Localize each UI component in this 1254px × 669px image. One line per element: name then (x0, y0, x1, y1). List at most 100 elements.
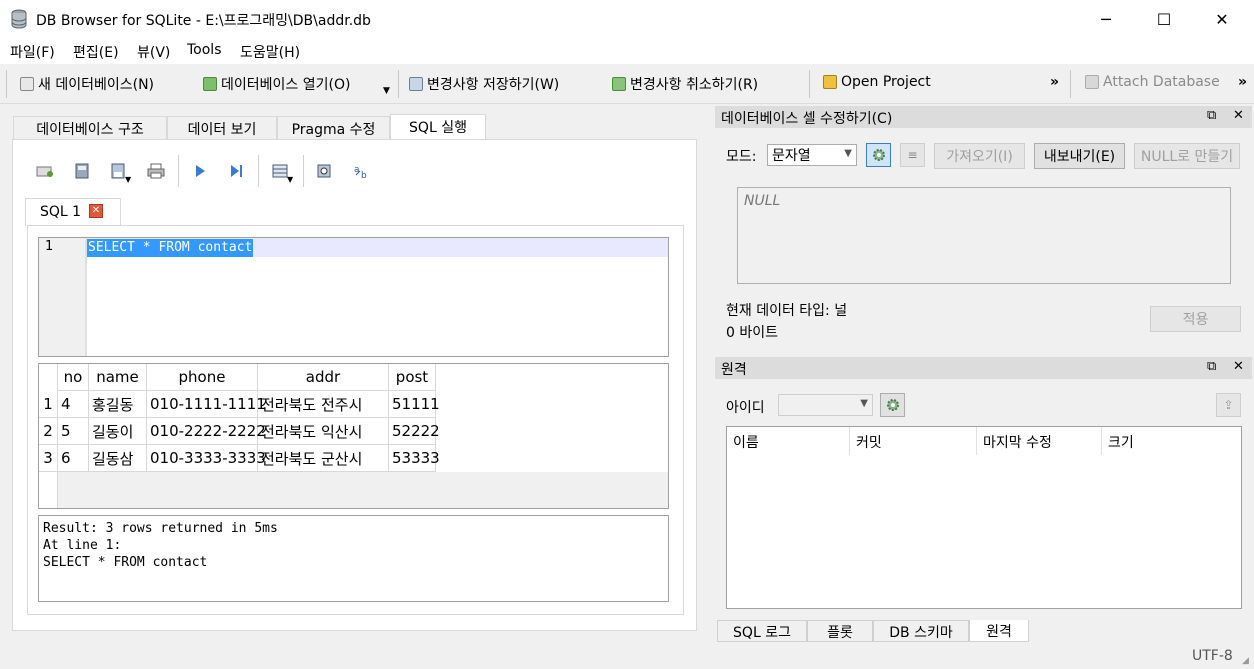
table-cell[interactable]: 전라북도 전주시 (258, 391, 389, 418)
message-line: SELECT * FROM contact (43, 555, 208, 570)
column-header-post[interactable]: post (389, 364, 436, 391)
tab-execute-sql[interactable]: SQL 실행 (390, 114, 486, 140)
row-header[interactable]: 1 (39, 391, 58, 418)
mode-label: 모드: (726, 149, 757, 165)
auto-switch-mode-button[interactable] (866, 143, 891, 167)
menu-file[interactable]: 파일(F) (10, 42, 55, 62)
table-cell[interactable]: 길동삼 (89, 445, 147, 472)
svg-text:a: a (354, 165, 360, 175)
table-cell[interactable]: 6 (58, 445, 89, 472)
column-header-name[interactable]: 이름 (727, 427, 850, 455)
open-tab-icon[interactable] (34, 160, 56, 182)
column-header-no[interactable]: no (58, 364, 89, 391)
column-header-last-modified[interactable]: 마지막 수정 (977, 427, 1102, 455)
attach-database-button[interactable]: Attach Database (1085, 74, 1220, 90)
close-button[interactable]: ✕ (1199, 0, 1245, 38)
open-database-dropdown-icon[interactable]: ▼ (383, 86, 390, 96)
import-button[interactable]: 가져오기(I) (934, 143, 1025, 169)
column-header-name[interactable]: name (89, 364, 147, 391)
toolbar-overflow-button[interactable]: » (1050, 74, 1059, 90)
minimize-button[interactable]: ─ (1083, 0, 1129, 38)
find-icon[interactable] (313, 160, 335, 182)
remote-title: 원격 (721, 362, 747, 378)
word-wrap-button[interactable]: ≡ (900, 143, 925, 167)
menu-bar: 파일(F) 편집(E) 뷰(V) Tools 도움말(H) (0, 38, 1254, 64)
table-cell[interactable]: 53333 (389, 445, 440, 472)
close-dock-icon[interactable]: ✕ (1233, 359, 1244, 374)
open-database-button[interactable]: 데이터베이스 열기(O) (203, 74, 350, 94)
remote-file-list[interactable]: 이름 커밋 마지막 수정 크기 (726, 426, 1242, 609)
table-cell[interactable]: 010-3333-3333 (147, 445, 266, 472)
menu-view[interactable]: 뷰(V) (137, 42, 170, 62)
tab-database-structure[interactable]: 데이터베이스 구조 (13, 116, 167, 139)
find-replace-icon[interactable]: ab (351, 160, 373, 182)
tab-browse-data[interactable]: 데이터 보기 (167, 116, 277, 139)
table-cell[interactable]: 52222 (389, 418, 440, 445)
set-null-button[interactable]: NULL로 만들기 (1134, 143, 1240, 169)
execute-current-line-icon[interactable] (226, 160, 248, 182)
float-dock-icon[interactable]: ⧉ (1207, 108, 1216, 123)
table-cell[interactable]: 홍길동 (89, 391, 147, 418)
chevron-down-icon: ▼ (844, 148, 852, 159)
identity-settings-button[interactable] (880, 393, 905, 417)
sql-editor[interactable]: 1 SELECT * FROM contact (38, 237, 669, 357)
tab-db-schema[interactable]: DB 스키마 (873, 620, 969, 642)
table-cell[interactable]: 전라북도 군산시 (258, 445, 389, 472)
tab-remote[interactable]: 원격 (969, 620, 1029, 642)
toolbar-overflow-button-2[interactable]: » (1238, 74, 1247, 90)
open-sql-file-icon[interactable] (71, 160, 93, 182)
mode-select[interactable]: 문자열 ▼ (767, 144, 857, 166)
sql-code-selected[interactable]: SELECT * FROM contact (87, 239, 254, 257)
table-cell[interactable]: 51111 (389, 391, 440, 418)
table-cell[interactable]: 5 (58, 418, 89, 445)
maximize-button[interactable]: ☐ (1141, 0, 1187, 38)
results-grid[interactable]: no name phone addr post 1 4 홍길동 010-1111… (38, 363, 669, 509)
tab-sql-log[interactable]: SQL 로그 (717, 620, 807, 642)
close-tab-icon[interactable]: ✕ (89, 204, 103, 218)
tab-edit-pragmas[interactable]: Pragma 수정 (277, 116, 390, 139)
table-cell[interactable]: 010-2222-2222 (147, 418, 266, 445)
menu-edit[interactable]: 편집(E) (73, 42, 119, 62)
save-sql-dropdown-icon[interactable]: ▼ (125, 175, 131, 184)
print-icon[interactable] (145, 160, 167, 182)
column-header-phone[interactable]: phone (147, 364, 258, 391)
close-dock-icon[interactable]: ✕ (1233, 108, 1244, 123)
open-database-icon (203, 77, 217, 91)
message-line: Result: 3 rows returned in 5ms (43, 521, 278, 536)
tab-plot[interactable]: 플롯 (807, 620, 873, 642)
toolbar-separator (809, 70, 810, 98)
new-database-label: 새 데이터베이스(N) (38, 77, 155, 93)
apply-button[interactable]: 적용 (1150, 306, 1241, 332)
open-project-button[interactable]: Open Project (823, 74, 931, 90)
column-header-addr[interactable]: addr (258, 364, 389, 391)
gear-icon (872, 149, 885, 161)
menu-tools[interactable]: Tools (187, 42, 222, 58)
table-cell[interactable]: 010-1111-1111 (147, 391, 266, 418)
row-header[interactable]: 2 (39, 418, 58, 445)
execute-all-icon[interactable] (189, 160, 211, 182)
table-cell[interactable]: 4 (58, 391, 89, 418)
gear-icon (886, 399, 899, 411)
float-dock-icon[interactable]: ⧉ (1207, 359, 1216, 374)
table-cell[interactable]: 길동이 (89, 418, 147, 445)
save-results-dropdown-icon[interactable]: ▼ (287, 175, 293, 184)
database-app-icon (11, 9, 27, 29)
row-header[interactable]: 3 (39, 445, 58, 472)
write-changes-button[interactable]: 변경사항 저장하기(W) (409, 74, 559, 94)
menu-help[interactable]: 도움말(H) (240, 42, 300, 62)
write-changes-icon (409, 77, 423, 91)
identity-select[interactable]: ▼ (778, 394, 873, 416)
export-button[interactable]: 내보내기(E) (1034, 143, 1125, 169)
push-database-button[interactable]: ⇪ (1216, 393, 1241, 417)
table-cell[interactable]: 전라북도 익산시 (258, 418, 389, 445)
sql-editor-tab[interactable]: SQL 1 ✕ (25, 198, 121, 226)
edit-cell-title: 데이터베이스 셀 수정하기(C) (721, 111, 893, 127)
execution-message-pane[interactable]: Result: 3 rows returned in 5ms At line 1… (38, 515, 669, 602)
revert-changes-button[interactable]: 변경사항 취소하기(R) (612, 74, 758, 94)
column-header-size[interactable]: 크기 (1102, 427, 1242, 455)
resize-grip-icon[interactable]: ◢ (1242, 656, 1249, 666)
column-header-commit[interactable]: 커밋 (850, 427, 977, 455)
identity-label: 아이디 (726, 400, 765, 416)
cell-value-editor[interactable]: NULL (737, 187, 1231, 284)
new-database-button[interactable]: 새 데이터베이스(N) (20, 74, 154, 94)
